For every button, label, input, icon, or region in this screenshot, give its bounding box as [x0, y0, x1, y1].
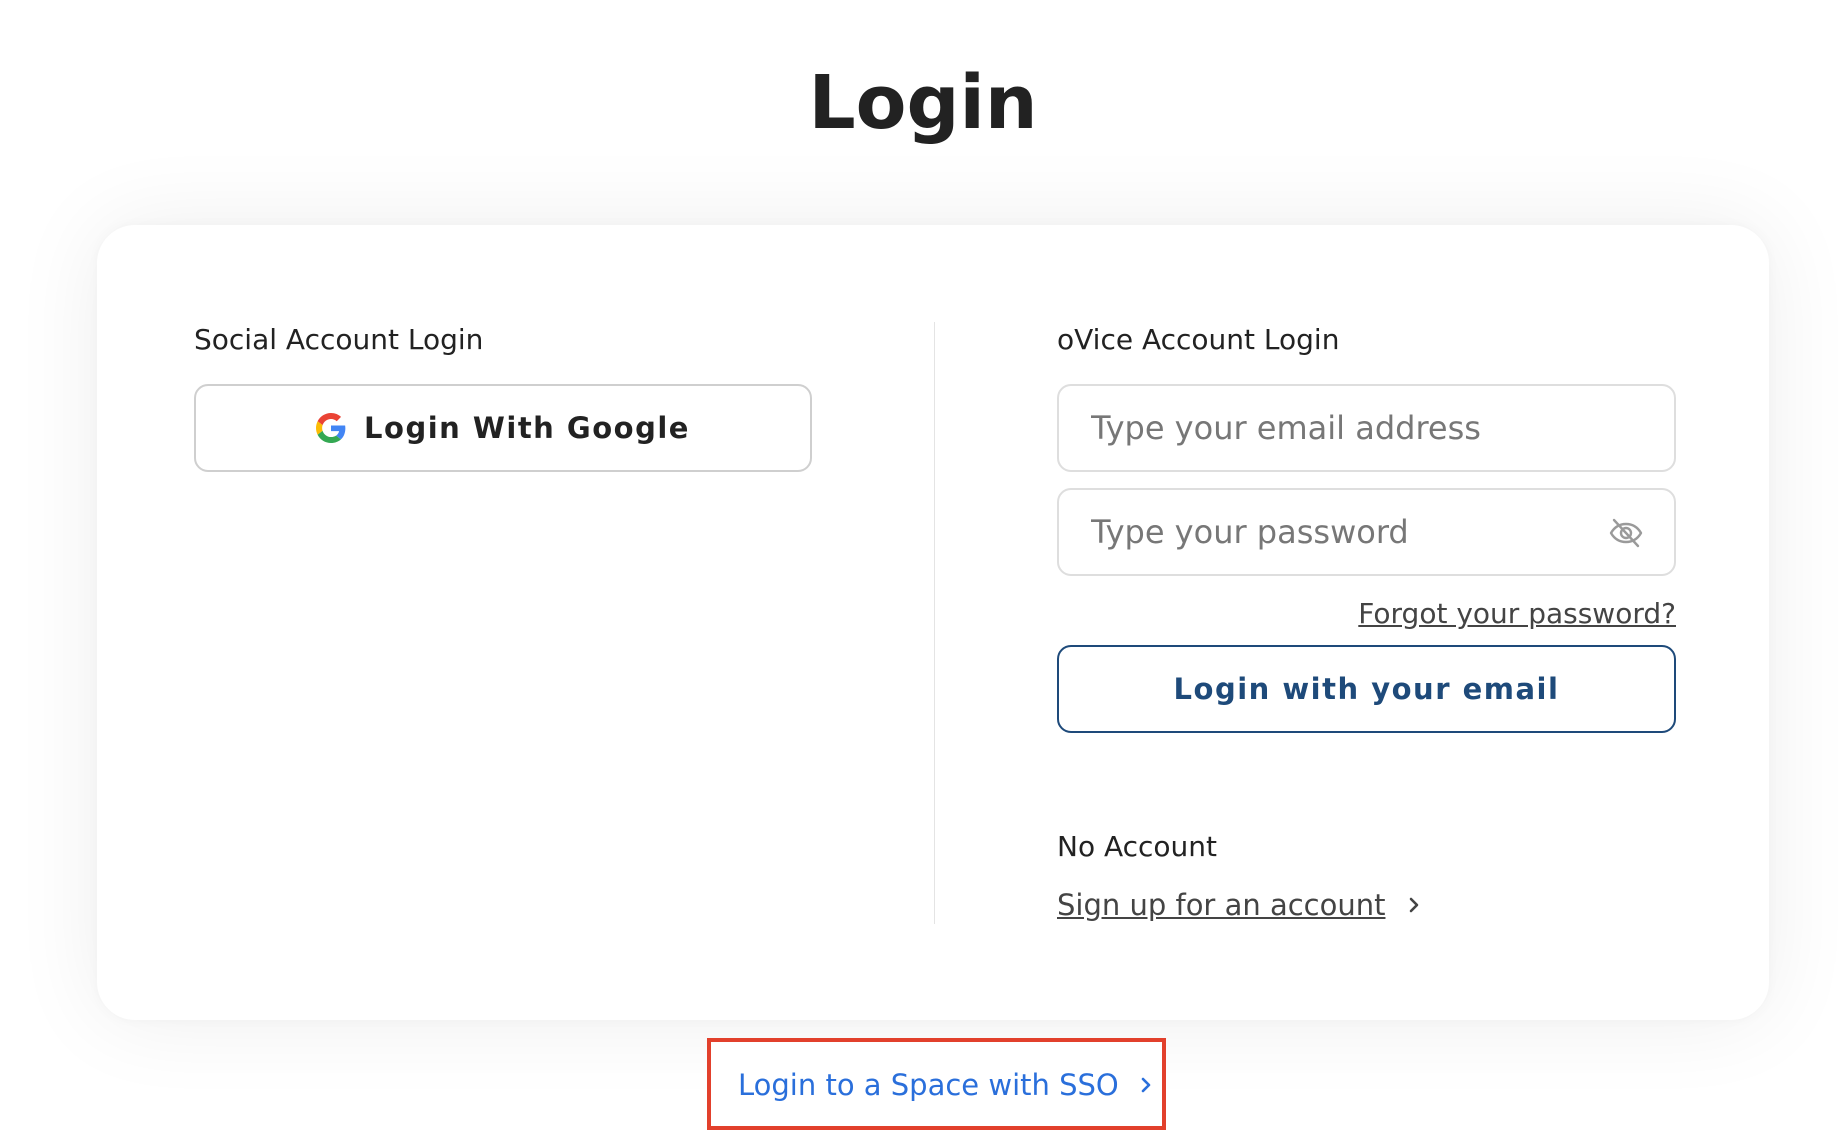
- signup-link[interactable]: Sign up for an account: [1057, 888, 1421, 922]
- login-email-button-label: Login with your email: [1173, 672, 1560, 706]
- signup-link-label: Sign up for an account: [1057, 888, 1386, 922]
- password-input[interactable]: [1091, 513, 1642, 551]
- google-button-label: Login With Google: [364, 411, 690, 445]
- password-field[interactable]: [1057, 488, 1676, 576]
- forgot-password-link[interactable]: Forgot your password?: [1358, 597, 1676, 630]
- login-with-email-button[interactable]: Login with your email: [1057, 645, 1676, 733]
- no-account-heading: No Account: [1057, 830, 1218, 863]
- page-title: Login: [808, 60, 1038, 146]
- ovice-login-heading: oVice Account Login: [1057, 323, 1340, 356]
- sso-link-label: Login to a Space with SSO: [738, 1068, 1119, 1102]
- email-field[interactable]: [1057, 384, 1676, 472]
- email-input[interactable]: [1091, 409, 1642, 447]
- social-login-heading: Social Account Login: [194, 323, 484, 356]
- column-divider: [934, 322, 935, 924]
- sso-login-link[interactable]: Login to a Space with SSO: [738, 1068, 1153, 1102]
- google-icon: [316, 413, 346, 443]
- chevron-right-icon: [1407, 895, 1421, 915]
- login-with-google-button[interactable]: Login With Google: [194, 384, 812, 472]
- login-page: Login Social Account Login Login With Go…: [0, 0, 1846, 1148]
- chevron-right-icon: [1139, 1075, 1153, 1095]
- eye-off-icon[interactable]: [1608, 517, 1644, 549]
